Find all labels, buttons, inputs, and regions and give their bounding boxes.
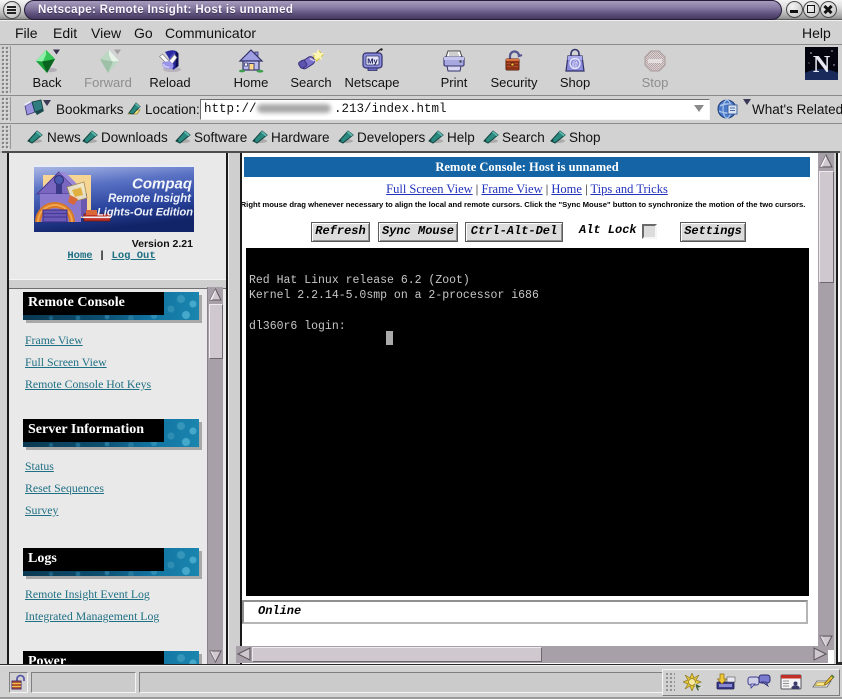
svg-text:Remote Insight: Remote Insight [108, 193, 192, 205]
svg-text:@: @ [572, 60, 578, 70]
svg-text:My: My [367, 57, 378, 66]
svg-text:Compaq: Compaq [132, 176, 192, 193]
svg-text:N: N [813, 52, 831, 78]
svg-text:Lights-Out Edition: Lights-Out Edition [97, 207, 193, 219]
